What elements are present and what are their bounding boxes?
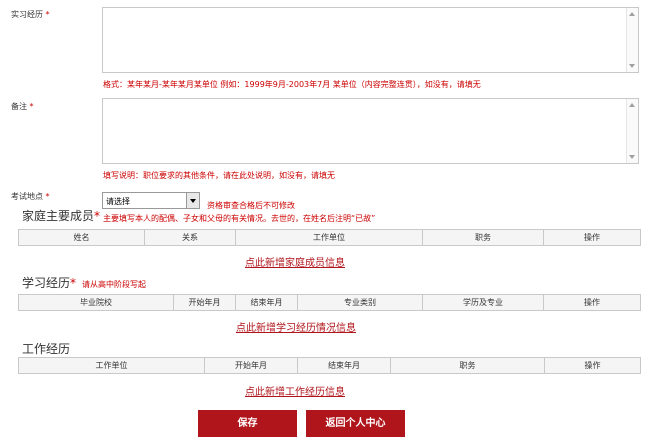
- column-header: 操作: [544, 357, 641, 374]
- education-table: 毕业院校 开始年月 结束年月 专业类别 学历及专业 操作: [18, 294, 641, 311]
- add-work-link[interactable]: 点此新增工作经历信息: [245, 383, 345, 398]
- remarks-textarea[interactable]: [102, 98, 639, 164]
- column-header: 操作: [543, 229, 641, 246]
- education-hint: 请从高中阶段写起: [82, 280, 146, 289]
- family-hint: 主要填写本人的配偶、子女和父母的有关情况。去世的，在姓名后注明“已故”: [103, 214, 376, 223]
- column-header: 学历及专业: [422, 294, 544, 311]
- exam-location-select[interactable]: 请选择: [102, 192, 200, 209]
- table-header-row: 工作单位 开始年月 结束年月 职务 操作: [18, 357, 641, 374]
- column-header: 开始年月: [204, 357, 298, 374]
- add-family-member-link[interactable]: 点此新增家庭成员信息: [245, 254, 345, 269]
- column-header: 开始年月: [173, 294, 236, 311]
- internship-label: 实习经历 *: [11, 9, 50, 20]
- dropdown-button[interactable]: [186, 193, 199, 208]
- required-star: *: [70, 276, 77, 290]
- scroll-up-icon[interactable]: [629, 103, 635, 107]
- column-header: 专业类别: [297, 294, 423, 311]
- required-star: *: [45, 10, 50, 19]
- scroll-down-icon[interactable]: [629, 155, 635, 159]
- exam-location-label-text: 考试地点: [11, 192, 43, 201]
- scrollbar[interactable]: [626, 99, 638, 163]
- column-header: 结束年月: [235, 294, 298, 311]
- required-star: *: [45, 192, 50, 201]
- back-to-profile-button[interactable]: 返回个人中心: [306, 410, 405, 437]
- chevron-down-icon: [190, 199, 196, 203]
- internship-label-text: 实习经历: [11, 10, 43, 19]
- scroll-up-icon[interactable]: [629, 12, 635, 16]
- save-button[interactable]: 保存: [198, 410, 297, 437]
- family-section-title: 家庭主要成员*: [22, 207, 100, 224]
- remarks-hint: 填写说明：职位要求的其他条件，请在此处说明，如没有，请填无: [103, 171, 335, 180]
- column-header: 工作单位: [235, 229, 423, 246]
- column-header: 职务: [422, 229, 544, 246]
- column-header: 姓名: [18, 229, 145, 246]
- required-star: *: [94, 209, 101, 223]
- required-star: *: [29, 102, 34, 111]
- scroll-down-icon[interactable]: [629, 64, 635, 68]
- column-header: 毕业院校: [18, 294, 174, 311]
- table-header-row: 姓名 关系 工作单位 职务 操作: [18, 229, 641, 246]
- family-title-text: 家庭主要成员: [22, 209, 95, 223]
- internship-format-hint: 格式：某年某月-某年某月某单位 例如：1999年9月-2003年7月 某单位（内…: [103, 80, 481, 89]
- column-header: 职务: [390, 357, 545, 374]
- exam-location-label: 考试地点 *: [11, 191, 50, 202]
- work-table: 工作单位 开始年月 结束年月 职务 操作: [18, 357, 641, 374]
- column-header: 关系: [144, 229, 236, 246]
- scrollbar[interactable]: [626, 8, 638, 72]
- education-title-text: 学习经历: [22, 276, 71, 290]
- internship-textarea[interactable]: [102, 7, 639, 73]
- column-header: 结束年月: [297, 357, 391, 374]
- remarks-label-text: 备注: [11, 102, 27, 111]
- column-header: 工作单位: [18, 357, 205, 374]
- table-header-row: 毕业院校 开始年月 结束年月 专业类别 学历及专业 操作: [18, 294, 641, 311]
- education-section-title: 学习经历*: [22, 274, 76, 291]
- family-table: 姓名 关系 工作单位 职务 操作: [18, 229, 641, 246]
- remarks-label: 备注 *: [11, 101, 34, 112]
- add-education-link[interactable]: 点此新增学习经历情况信息: [236, 319, 356, 334]
- column-header: 操作: [543, 294, 641, 311]
- work-section-title: 工作经历: [22, 342, 71, 356]
- exam-location-selected: 请选择: [106, 197, 130, 206]
- exam-location-note: 资格审查合格后不可修改: [207, 201, 295, 210]
